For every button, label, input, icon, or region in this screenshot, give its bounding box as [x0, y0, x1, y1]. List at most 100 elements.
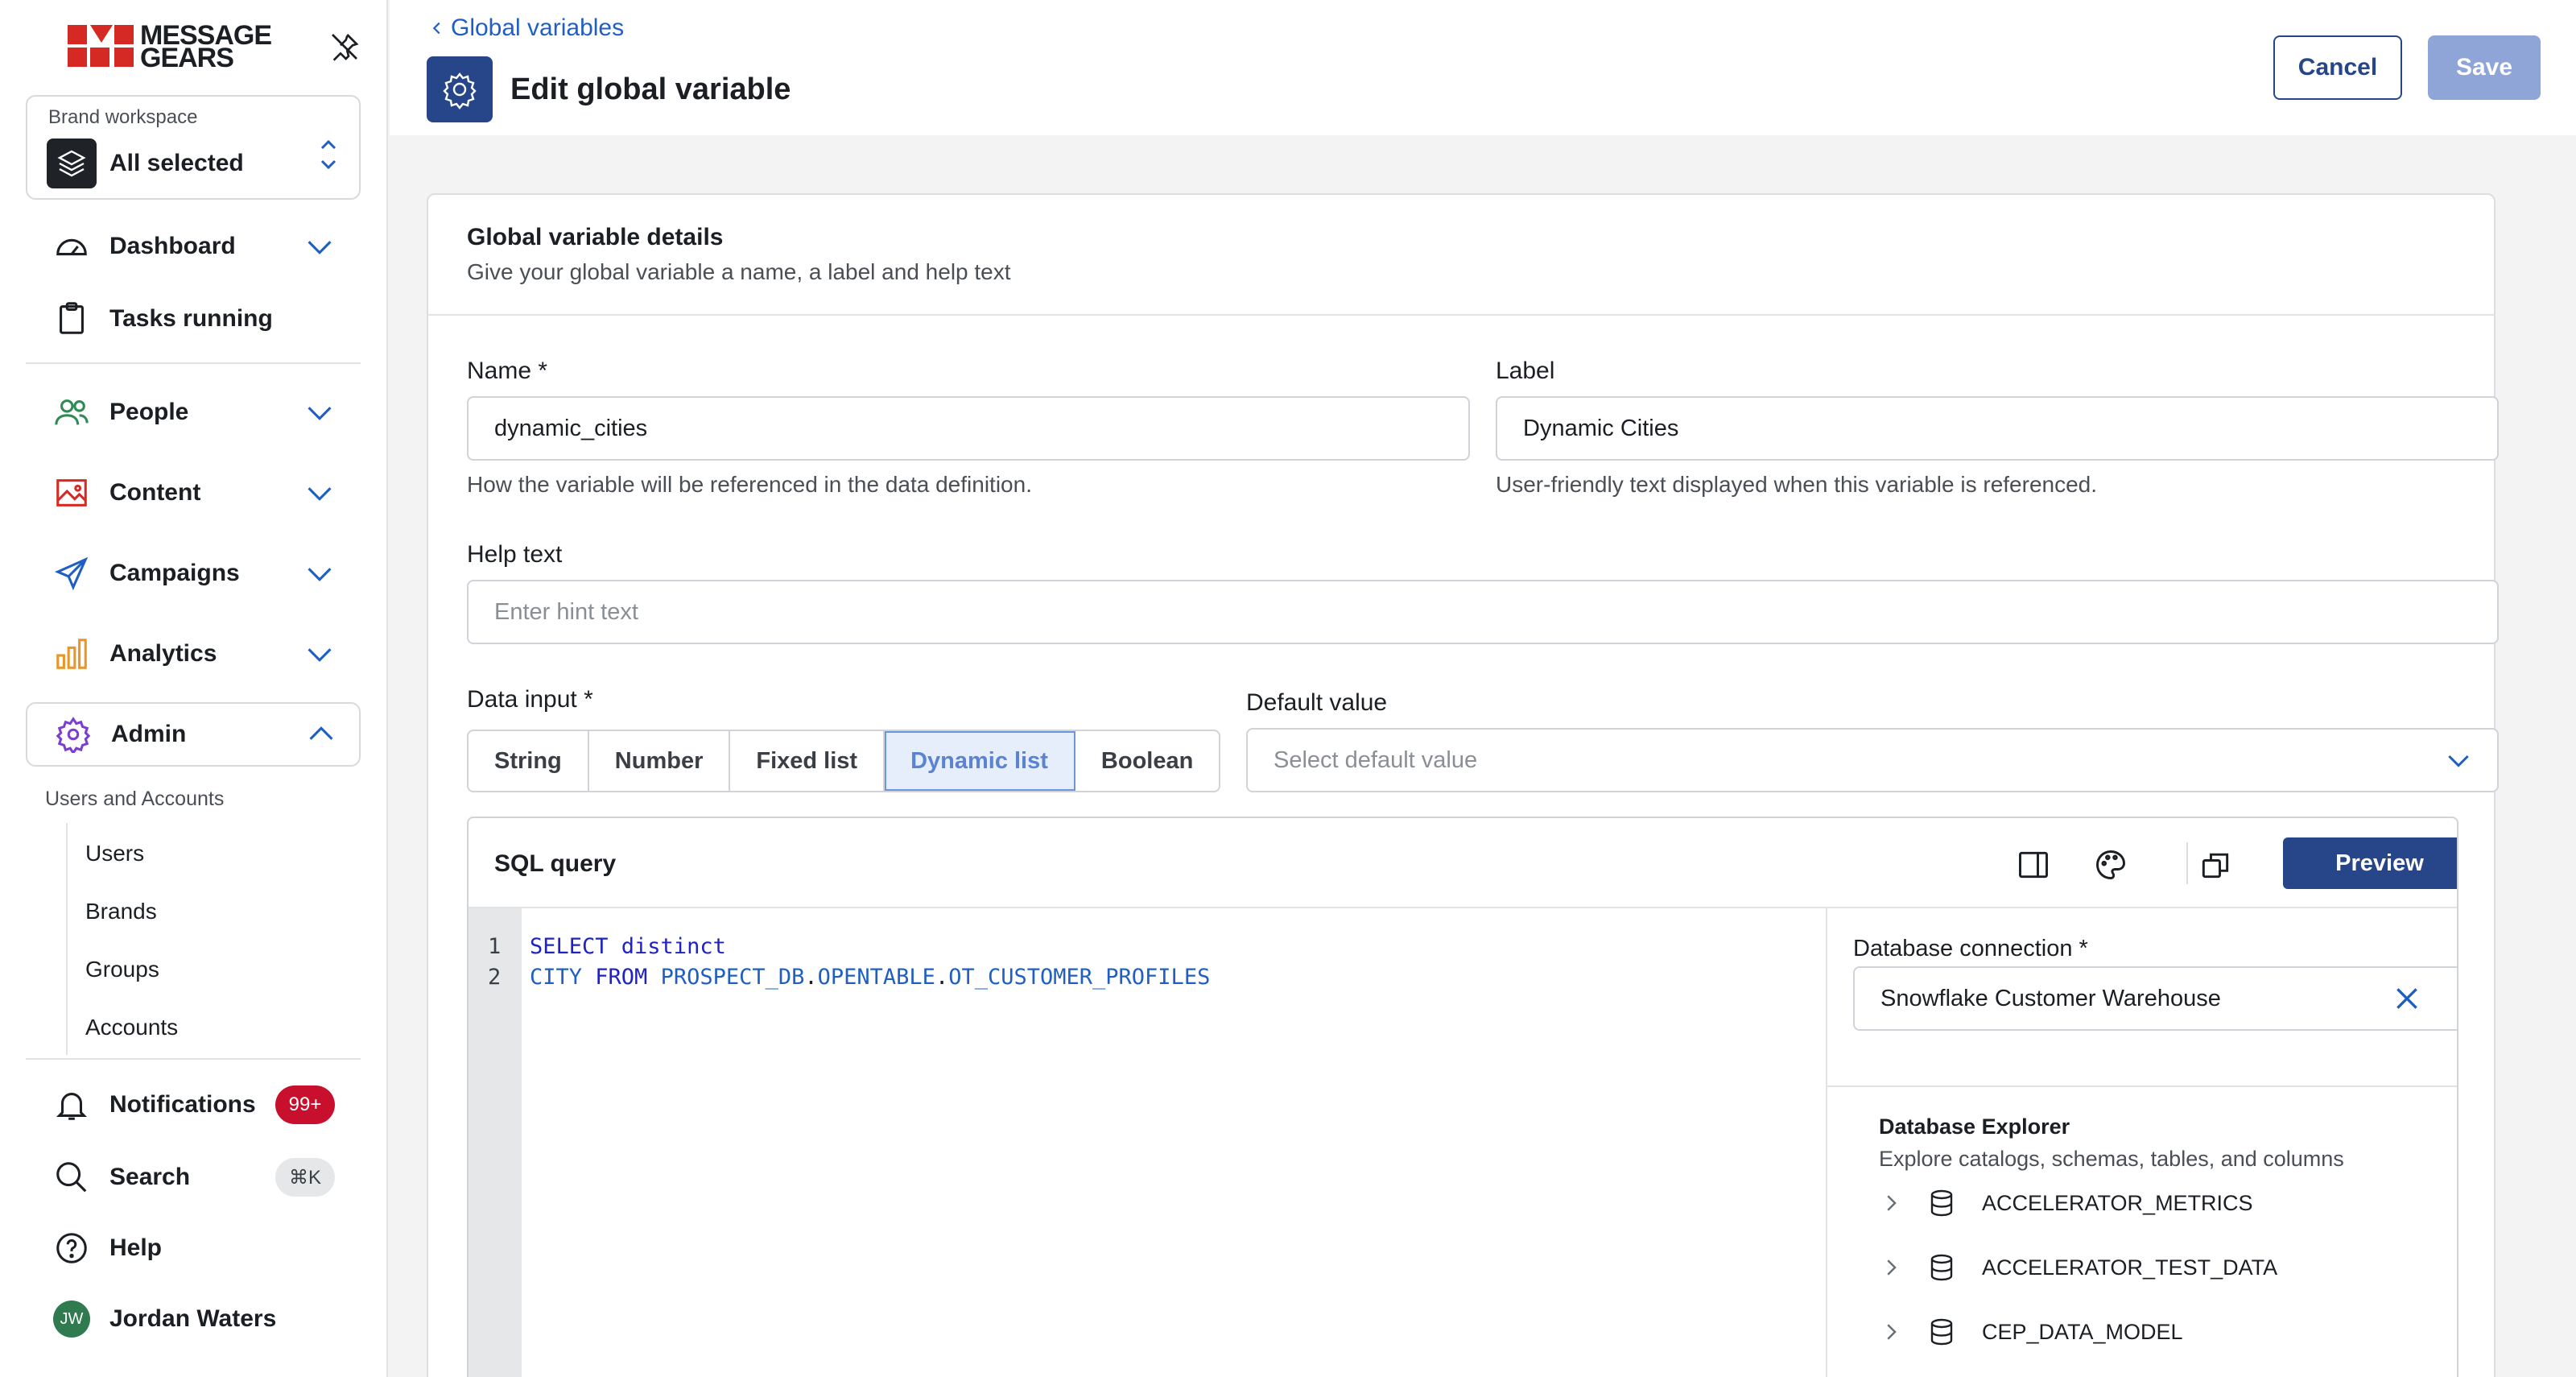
breadcrumb[interactable]: Global variables [428, 14, 624, 42]
image-icon [53, 474, 90, 511]
workspace-label: Brand workspace [48, 106, 198, 128]
chevron-right-icon[interactable] [1879, 1255, 1903, 1280]
nav-content[interactable]: Content [26, 461, 361, 525]
user-name: Jordan Waters [109, 1305, 277, 1332]
workspace-selector[interactable]: Brand workspace All selected [26, 95, 361, 200]
nav-analytics-label: Analytics [109, 640, 217, 667]
option-string[interactable]: String [469, 731, 589, 791]
data-input-label: Data input * [467, 686, 593, 713]
brand-logo[interactable]: MESSAGE GEARS [68, 20, 272, 73]
breadcrumb-link[interactable]: Global variables [451, 14, 624, 42]
help-text-field[interactable]: Enter hint text [467, 580, 2499, 644]
page-title: Edit global variable [510, 72, 791, 106]
page-header: Global variables Edit global variable Ca… [390, 0, 2576, 135]
sidebar-item-accounts[interactable]: Accounts [85, 1015, 178, 1040]
sql-dot: . [804, 965, 818, 990]
save-button[interactable]: Save [2428, 35, 2541, 100]
database-icon [1930, 1254, 1953, 1281]
chevron-down-icon [301, 228, 338, 265]
tree-item[interactable]: ACCELERATOR_METRICS [1879, 1189, 2253, 1218]
name-field[interactable]: dynamic_cities [467, 396, 1470, 461]
settings-gear-icon [427, 56, 493, 122]
line-number: 2 [488, 965, 502, 990]
option-fixed-list[interactable]: Fixed list [730, 731, 886, 791]
db-connection-select[interactable]: Snowflake Customer Warehouse [1853, 966, 2457, 1031]
nav-campaigns[interactable]: Campaigns [26, 541, 361, 606]
toolbar-divider [2186, 842, 2188, 884]
nav-help[interactable]: Help [26, 1216, 361, 1280]
chevron-down-icon [301, 474, 338, 511]
sql-keyword: FROM [595, 965, 661, 990]
gear-icon [55, 716, 92, 755]
nav-tasks-label: Tasks running [109, 305, 273, 332]
nav-divider [26, 1058, 361, 1060]
chevron-right-icon[interactable] [1879, 1191, 1903, 1215]
option-boolean[interactable]: Boolean [1075, 731, 1219, 791]
preview-button[interactable]: Preview [2283, 837, 2457, 889]
pin-icon[interactable] [328, 31, 361, 63]
code-line[interactable]: CITY FROM PROSPECT_DB.OPENTABLE.OT_CUSTO… [530, 965, 1210, 990]
label-label: Label [1496, 358, 1555, 384]
nav-dashboard[interactable]: Dashboard [26, 214, 361, 279]
label-hint: User-friendly text displayed when this v… [1496, 472, 2098, 497]
option-number[interactable]: Number [589, 731, 731, 791]
line-number: 1 [488, 934, 502, 959]
nav-admin[interactable]: Admin [26, 702, 361, 767]
nav-tasks-running[interactable]: Tasks running [26, 287, 361, 351]
nav-user-profile[interactable]: JW Jordan Waters [26, 1287, 361, 1351]
people-icon [53, 394, 90, 431]
copy-icon[interactable] [2198, 847, 2233, 883]
palette-icon[interactable] [2093, 847, 2128, 883]
chevron-down-icon [301, 394, 338, 431]
db-connection-label: Database connection * [1853, 936, 2088, 961]
card-title: Global variable details [467, 224, 724, 250]
nav-content-label: Content [109, 479, 201, 506]
nav-people[interactable]: People [26, 380, 361, 445]
sidebar-item-users[interactable]: Users [85, 841, 144, 866]
admin-subheading: Users and Accounts [45, 788, 225, 810]
sql-table: OT_CUSTOMER_PROFILES [948, 965, 1211, 990]
tree-item-label: CEP_DATA_MODEL [1982, 1319, 2183, 1344]
code-line[interactable]: SELECT distinct [530, 934, 726, 959]
logo-mark-icon [68, 25, 135, 68]
gauge-icon [53, 228, 90, 265]
search-shortcut-badge: ⌘K [275, 1158, 335, 1197]
sidebar-item-groups[interactable]: Groups [85, 957, 159, 982]
chevron-right-icon[interactable] [1879, 1320, 1903, 1344]
cancel-button[interactable]: Cancel [2273, 35, 2402, 100]
option-dynamic-list[interactable]: Dynamic list [885, 731, 1075, 791]
help-icon [53, 1230, 90, 1267]
card-header: Global variable details Give your global… [428, 195, 2494, 316]
name-label: Name * [467, 358, 548, 384]
default-value-select[interactable]: Select default value [1246, 728, 2499, 792]
tree-item[interactable]: ACCELERATOR_TEST_DATA [1879, 1253, 2277, 1282]
nav-people-label: People [109, 399, 189, 425]
nav-divider [26, 362, 361, 364]
clipboard-icon [53, 300, 90, 337]
sql-keyword: SELECT distinct [530, 934, 726, 959]
tree-item-label: ACCELERATOR_METRICS [1982, 1190, 2253, 1215]
nav-analytics[interactable]: Analytics [26, 622, 361, 686]
default-value-placeholder: Select default value [1274, 746, 1478, 773]
card-subtitle: Give your global variable a name, a labe… [467, 259, 1011, 284]
submenu-line [66, 823, 68, 1055]
chevron-left-icon [432, 22, 440, 35]
logo-wordmark: MESSAGE GEARS [140, 20, 272, 73]
global-variable-card: Global variable details Give your global… [427, 193, 2499, 1377]
label-field[interactable]: Dynamic Cities [1496, 396, 2499, 461]
bell-icon [53, 1086, 90, 1123]
nav-search-label: Search [109, 1164, 191, 1190]
tree-item[interactable]: CEP_DATA_MODEL [1879, 1317, 2183, 1346]
toggle-panel-icon[interactable] [2016, 847, 2051, 883]
database-icon [1930, 1318, 1953, 1346]
database-icon [1930, 1189, 1953, 1217]
avatar: JW [53, 1300, 90, 1338]
notifications-badge: 99+ [275, 1085, 335, 1124]
clear-icon[interactable] [2391, 982, 2423, 1015]
side-panel-divider [1827, 1085, 2457, 1087]
sql-toolbar: SQL query Preview [469, 818, 2457, 908]
chevron-down-icon [301, 635, 338, 672]
explorer-subtitle: Explore catalogs, schemas, tables, and c… [1879, 1147, 2344, 1171]
sidebar-item-brands[interactable]: Brands [85, 899, 157, 924]
data-input-selector: String Number Fixed list Dynamic list Bo… [467, 730, 1221, 792]
